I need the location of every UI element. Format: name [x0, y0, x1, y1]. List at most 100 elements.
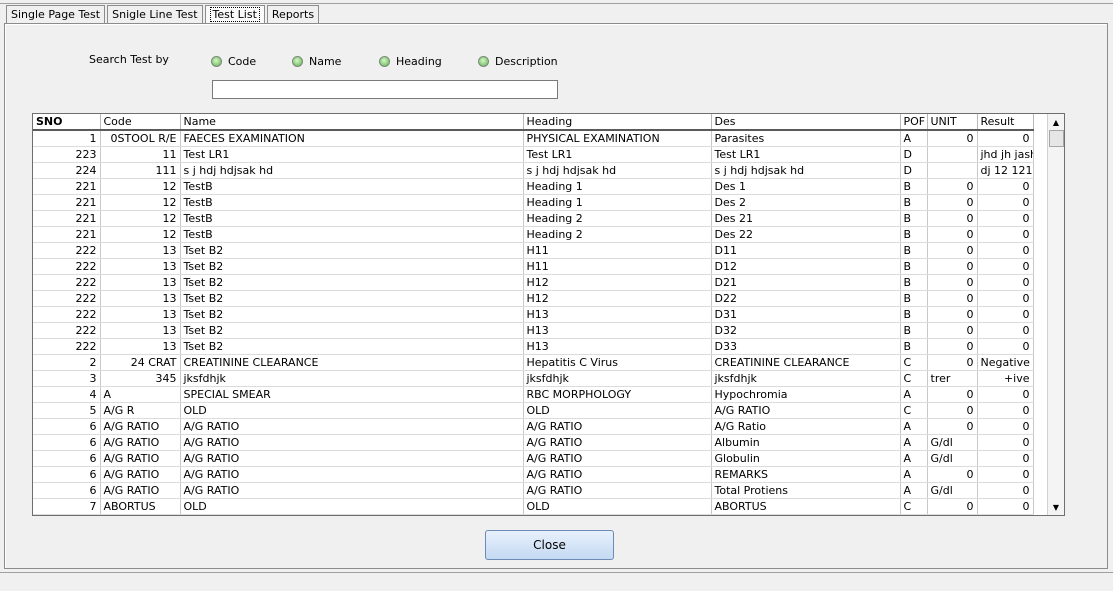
cell-result: Negative [977, 354, 1034, 371]
radio-dot-icon [292, 56, 303, 67]
radio-description[interactable]: Description [478, 55, 558, 68]
table-row[interactable]: 222 13 Tset B2 H11 D11 B 0 0 [33, 242, 1034, 259]
table-row[interactable]: 6 A/G RATIO A/G RATIO A/G RATIO Albumin A G/dl… [33, 434, 1034, 451]
close-button[interactable]: Close [485, 530, 614, 560]
radio-name[interactable]: Name [292, 55, 341, 68]
table-row[interactable]: 221 12 TestB Heading 2 Des 22 B 0 0 [33, 226, 1034, 243]
cell-code: 12 [100, 178, 181, 195]
cell-des: Des 22 [711, 226, 901, 243]
cell-pof: B [900, 290, 928, 307]
table-row[interactable]: 7 ABORTUS OLD OLD ABORTUS C 0 0 [33, 498, 1034, 515]
cell-des: Globulin [711, 450, 901, 467]
table-row[interactable]: 223 11 Test LR1 Test LR1 Test LR1 Djhd jh jas… [33, 146, 1034, 163]
column-header-result[interactable]: Result [977, 114, 1034, 131]
tab-reports[interactable]: Reports [266, 5, 320, 23]
radio-name-label: Name [309, 55, 342, 68]
cell-unit: 0 [927, 498, 978, 515]
table-row[interactable]: 222 13 Tset B2 H11 D12 B 0 0 [33, 258, 1034, 275]
column-header-name[interactable]: Name [180, 114, 524, 131]
table-row[interactable]: 222 13 Tset B2 H12 D22 B 0 0 [33, 290, 1034, 307]
cell-pof: A [900, 450, 928, 467]
radio-heading[interactable]: Heading [379, 55, 442, 68]
scroll-down-icon[interactable]: ▼ [1048, 499, 1064, 515]
tab-single-line-test[interactable]: Snigle Line Test [107, 5, 203, 23]
cell-pof: A [900, 466, 928, 483]
cell-name: Tset B2 [180, 322, 524, 339]
cell-unit: 0 [927, 306, 978, 323]
table-row[interactable]: 6 A/G RATIO A/G RATIO A/G RATIO Total Protie… [33, 482, 1034, 499]
table-row[interactable]: 222 13 Tset B2 H13 D32 B 0 0 [33, 322, 1034, 339]
vertical-scrollbar[interactable]: ▲ ▼ [1047, 114, 1064, 515]
table-row[interactable]: 222 13 Tset B2 H13 D33 B 0 0 [33, 338, 1034, 355]
cell-unit: 0 [927, 242, 978, 259]
cell-name: TestB [180, 210, 524, 227]
cell-unit: trer [927, 370, 978, 387]
cell-heading: H12 [523, 274, 712, 291]
radio-code[interactable]: Code [211, 55, 256, 68]
column-header-sno[interactable]: SNO [33, 114, 101, 131]
test-list-grid[interactable]: SNO Code Name Heading Des POF UNIT Resul… [32, 113, 1065, 516]
cell-heading: Heading 1 [523, 178, 712, 195]
cell-des: D33 [711, 338, 901, 355]
column-header-code[interactable]: Code [100, 114, 181, 131]
table-row[interactable]: 5 A/G R OLD OLD A/G RATIO C 0 0 [33, 402, 1034, 419]
table-row[interactable]: 6 A/G RATIO A/G RATIO A/G RATIO Globulin A G/d… [33, 450, 1034, 467]
cell-heading: A/G RATIO [523, 418, 712, 435]
cell-result: 0 [977, 290, 1034, 307]
cell-pof: B [900, 178, 928, 195]
tab-single-page-test[interactable]: Single Page Test [6, 5, 106, 23]
table-row[interactable]: 2 24 CRAT CREATININE CLEARANCE Hepatitis C … [33, 354, 1034, 371]
cell-unit: 0 [927, 130, 978, 147]
cell-heading: OLD [523, 498, 712, 515]
cell-code: A/G R [100, 402, 181, 419]
cell-code: 0STOOL R/E [100, 130, 181, 147]
cell-unit: 0 [927, 210, 978, 227]
tab-test-list[interactable]: Test List [204, 5, 265, 24]
cell-code: 12 [100, 194, 181, 211]
column-header-pof[interactable]: POF [900, 114, 928, 131]
test-table: SNO Code Name Heading Des POF UNIT Resul… [33, 114, 1034, 515]
cell-unit [927, 146, 978, 163]
cell-unit: G/dl [927, 450, 978, 467]
cell-name: CREATININE CLEARANCE [180, 354, 524, 371]
table-row[interactable]: 4 A SPECIAL SMEAR RBC MORPHOLOGY Hypochromia… [33, 386, 1034, 403]
cell-sno: 224 [33, 162, 101, 179]
table-row[interactable]: 6 A/G RATIO A/G RATIO A/G RATIO A/G Ratio A 0 0 [33, 418, 1034, 435]
cell-des: ABORTUS [711, 498, 901, 515]
scroll-thumb[interactable] [1049, 130, 1064, 147]
scroll-up-icon[interactable]: ▲ [1048, 114, 1064, 130]
cell-name: Test LR1 [180, 146, 524, 163]
column-header-des[interactable]: Des [711, 114, 901, 131]
cell-des: Hypochromia [711, 386, 901, 403]
table-row[interactable]: 224 111 s j hdj hdjsak hd s j hdj hdjsak hd… [33, 162, 1034, 179]
table-row[interactable]: 221 12 TestB Heading 1 Des 1B00 [33, 178, 1034, 195]
search-input[interactable] [212, 80, 558, 99]
table-row[interactable]: 1 0STOOL R/E FAECES EXAMINATION PHYSICAL EX… [33, 130, 1034, 147]
table-row[interactable]: 222 13 Tset B2 H12 D21 B 0 0 [33, 274, 1034, 291]
cell-des: D11 [711, 242, 901, 259]
cell-pof: B [900, 274, 928, 291]
table-row[interactable]: 222 13 Tset B2 H13 D31 B 0 0 [33, 306, 1034, 323]
cell-sno: 222 [33, 338, 101, 355]
cell-result: 0 [977, 450, 1034, 467]
radio-dot-icon [211, 56, 222, 67]
cell-sno: 6 [33, 418, 101, 435]
cell-pof: B [900, 322, 928, 339]
table-row[interactable]: 221 12 TestB Heading 1 Des 2B00 [33, 194, 1034, 211]
cell-code: A/G RATIO [100, 482, 181, 499]
cell-heading: jksfdhjk [523, 370, 712, 387]
column-header-heading[interactable]: Heading [523, 114, 712, 131]
cell-code: 111 [100, 162, 181, 179]
table-row[interactable]: 221 12 TestB Heading 2 Des 21 B 0 0 [33, 210, 1034, 227]
cell-code: A/G RATIO [100, 450, 181, 467]
cell-pof: C [900, 498, 928, 515]
cell-sno: 6 [33, 450, 101, 467]
table-row[interactable]: 3 345 jksfdhjk jksfdhjk jksfdhjk Ctrer +ive [33, 370, 1034, 387]
cell-sno: 222 [33, 242, 101, 259]
column-header-unit[interactable]: UNIT [927, 114, 978, 131]
cell-result: 0 [977, 338, 1034, 355]
cell-heading: s j hdj hdjsak hd [523, 162, 712, 179]
cell-des: Total Protiens [711, 482, 901, 499]
cell-pof: C [900, 402, 928, 419]
table-row[interactable]: 6 A/G RATIO A/G RATIO A/G RATIO REMARKS A 0 0 [33, 466, 1034, 483]
